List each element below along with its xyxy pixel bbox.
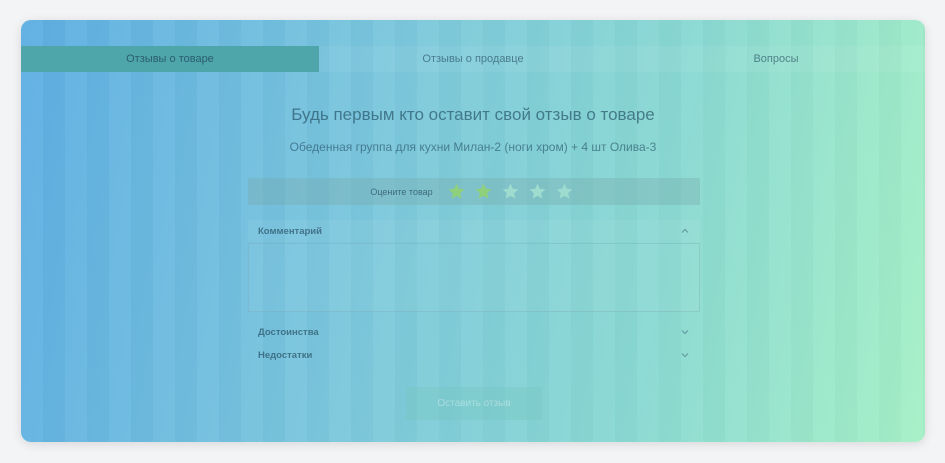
comment-textarea[interactable]	[248, 243, 700, 312]
chevron-up-icon	[681, 228, 689, 233]
tab-bar: Отзывы о товаре Отзывы о продавце Вопрос…	[21, 46, 925, 72]
star-icon[interactable]	[447, 182, 466, 201]
rating-stars	[443, 182, 578, 201]
product-name: Обеденная группа для кухни Милан-2 (ноги…	[289, 140, 657, 154]
comment-label: Комментарий	[258, 225, 322, 237]
star-icon[interactable]	[501, 182, 520, 201]
rating-bar: Оцените товар	[248, 178, 700, 205]
advantages-section-header[interactable]: Достоинства	[248, 321, 700, 343]
star-icon[interactable]	[528, 182, 547, 201]
reviews-panel: Отзывы о товаре Отзывы о продавце Вопрос…	[21, 20, 925, 442]
tab-product-reviews[interactable]: Отзывы о товаре	[21, 46, 319, 72]
comment-section-header[interactable]: Комментарий	[248, 220, 700, 242]
disadvantages-label: Недостатки	[258, 349, 313, 361]
disadvantages-section-header[interactable]: Недостатки	[248, 344, 700, 366]
page-title: Будь первым кто оставит свой отзыв о тов…	[291, 105, 655, 124]
tab-questions[interactable]: Вопросы	[627, 46, 925, 72]
submit-review-button[interactable]: Оставить отзыв	[406, 387, 542, 420]
advantages-label: Достоинства	[258, 326, 319, 338]
chevron-down-icon	[681, 330, 689, 335]
star-icon[interactable]	[474, 182, 493, 201]
page: Отзывы о товаре Отзывы о продавце Вопрос…	[0, 0, 945, 463]
star-icon[interactable]	[555, 182, 574, 201]
rating-label: Оцените товар	[370, 186, 433, 197]
tab-seller-reviews[interactable]: Отзывы о продавце	[319, 46, 627, 72]
chevron-down-icon	[681, 353, 689, 358]
